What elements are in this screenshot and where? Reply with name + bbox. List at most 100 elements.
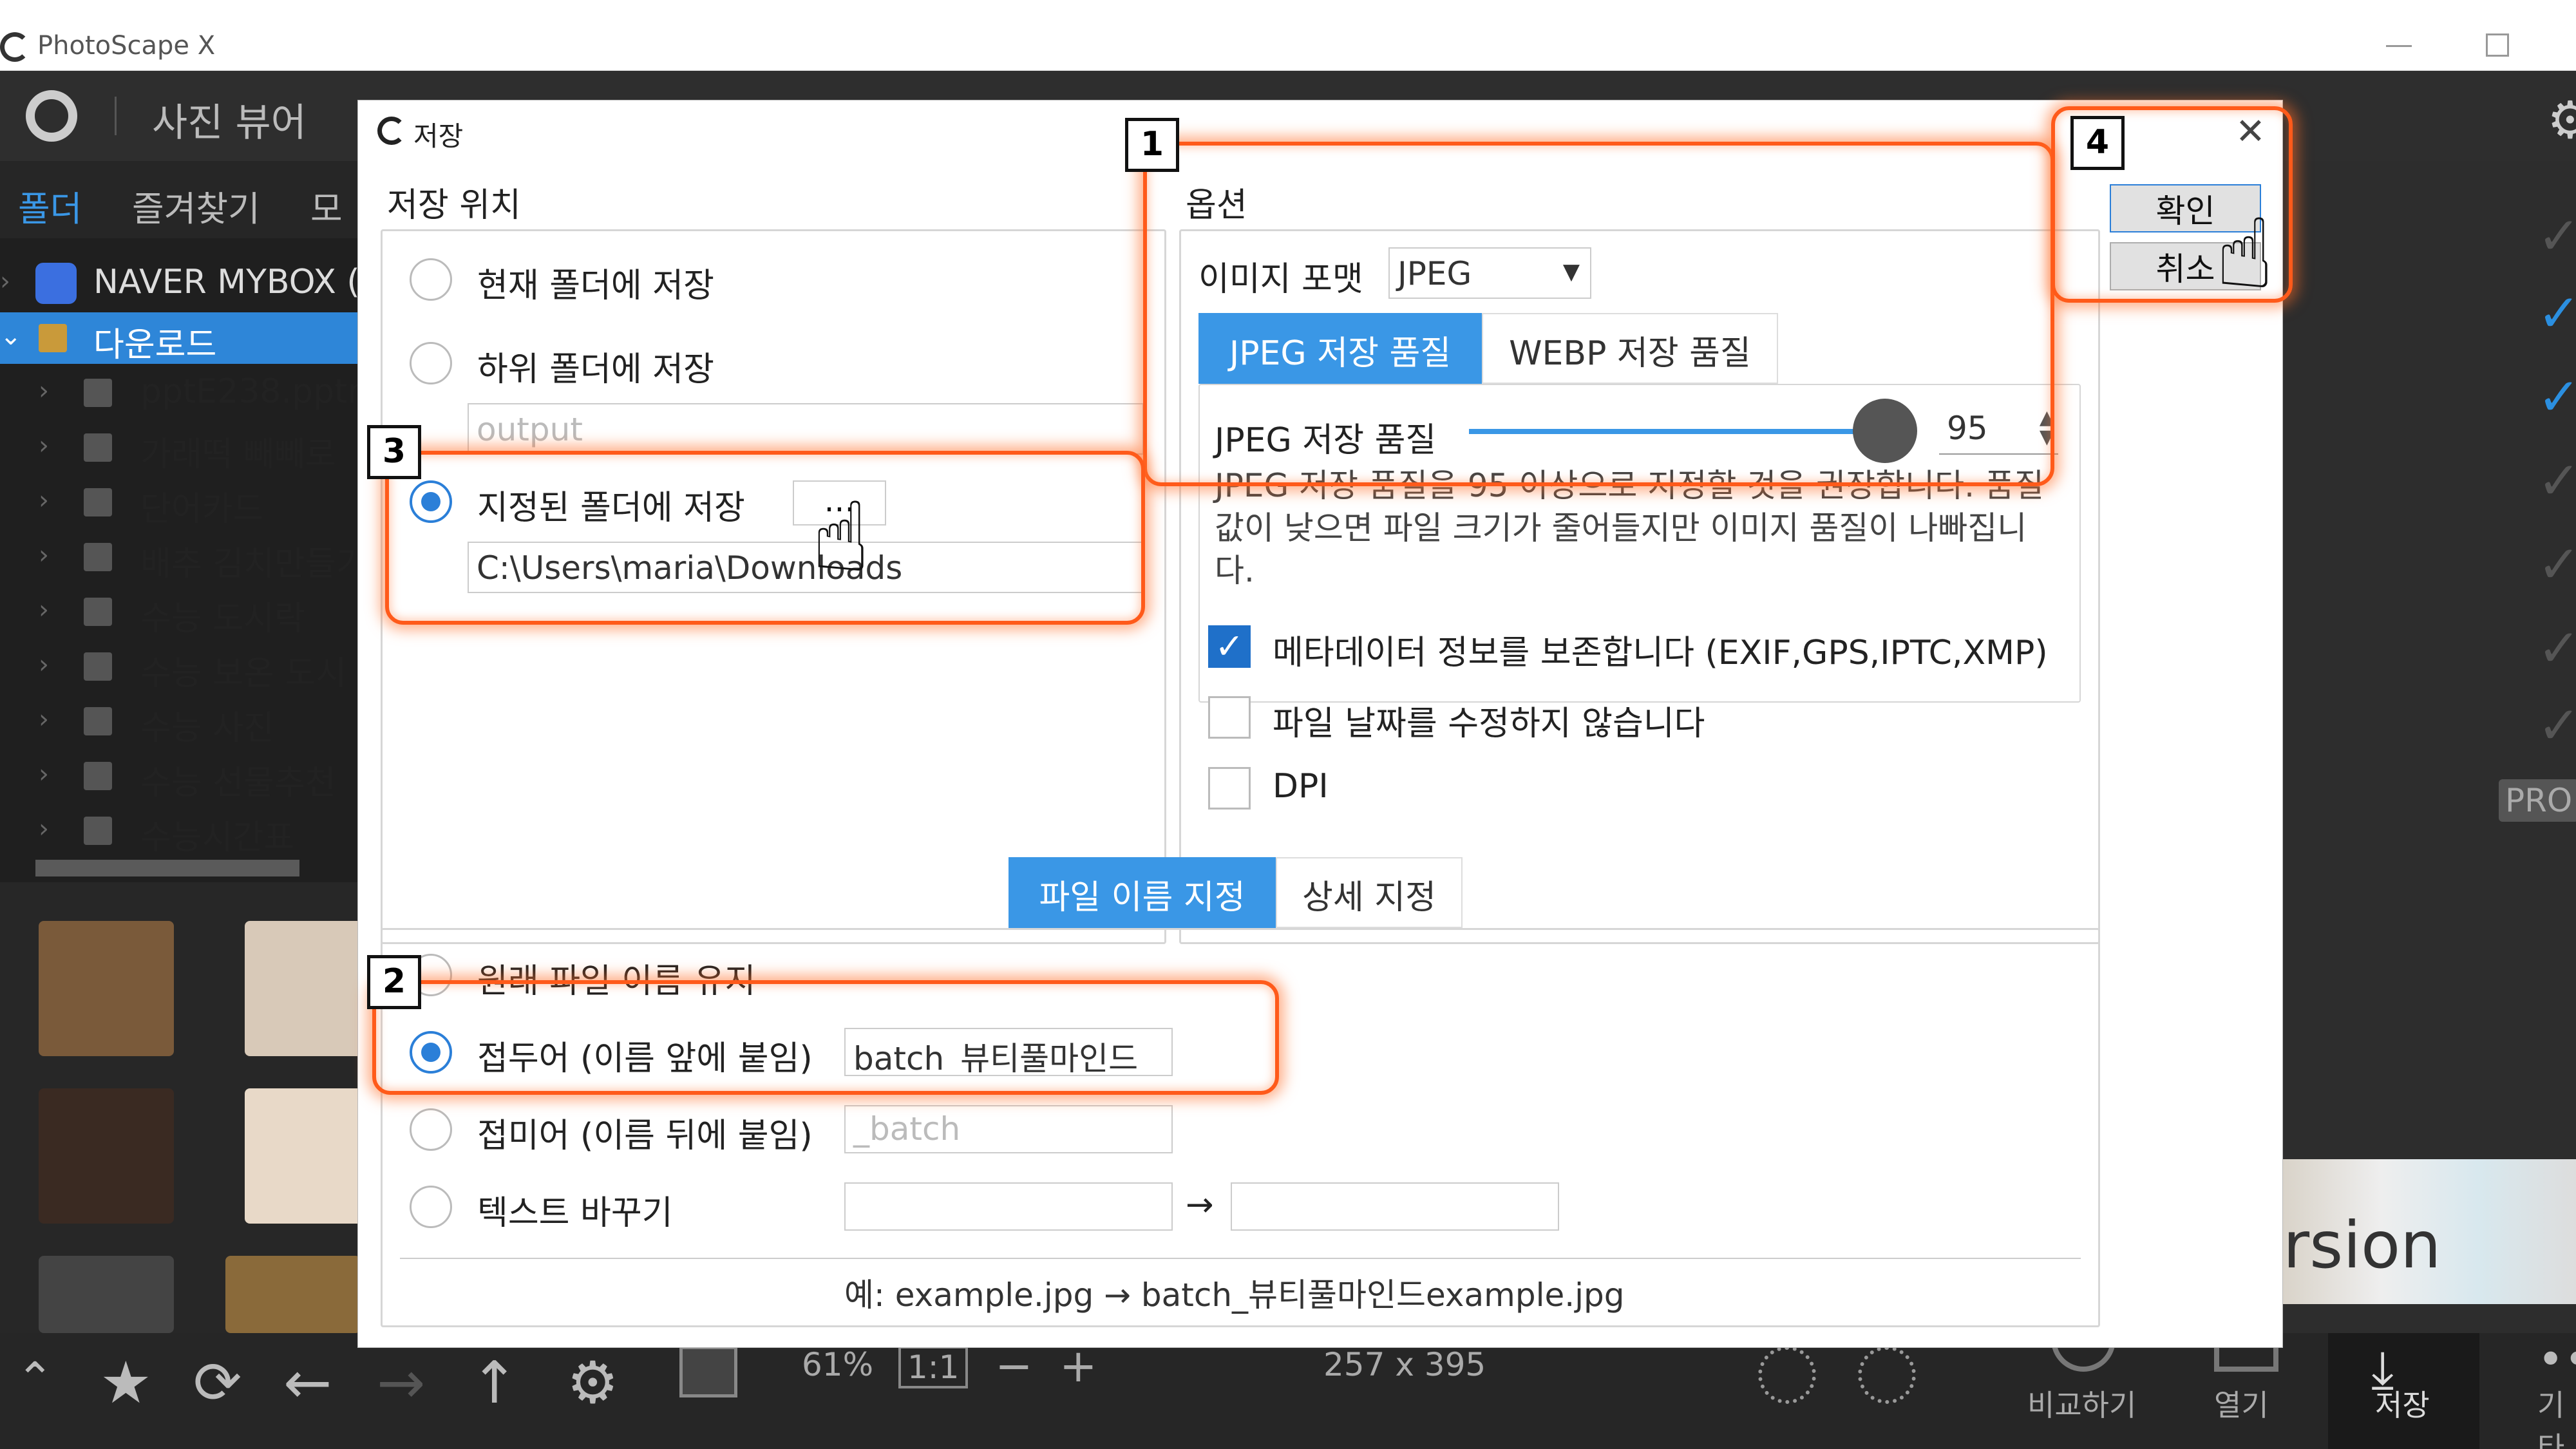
tree-item[interactable]: › 수능 도시락 [0, 586, 361, 638]
chevron-right-icon[interactable]: › [39, 486, 49, 515]
gear-icon[interactable]: ⚙ [567, 1349, 619, 1417]
replace-to-input[interactable] [1231, 1182, 1559, 1231]
tab-advanced[interactable]: 상세 지정 [1276, 857, 1463, 928]
tree-item[interactable]: › 수능 보온 도시 [0, 641, 361, 692]
folder-icon [84, 762, 112, 790]
check-icon[interactable]: ✓ [2537, 618, 2576, 678]
checkbox-label: 메타데이터 정보를 보존합니다 (EXIF,GPS,IPTC,XMP) [1273, 634, 2048, 672]
highlight-folder [385, 451, 1145, 625]
annotation-4: 4 [2070, 116, 2125, 170]
tree-item-label: 수능 도시락 [140, 600, 305, 638]
bottom-toolbar: ⌃ ★ ⟳ ← → ↑ ⚙ 61% 1:1 − + 257 x 395 비교하기… [0, 1333, 2576, 1449]
thumbnail[interactable] [39, 921, 174, 1056]
open-label[interactable]: 열기 [2214, 1382, 2269, 1425]
check-icon[interactable]: ✓ [2537, 283, 2576, 343]
maximize-icon[interactable] [2486, 33, 2509, 57]
check-icon[interactable]: ✓ [2537, 367, 2576, 427]
radio-subfolder[interactable] [410, 342, 452, 384]
other-label[interactable]: 기타 [2537, 1382, 2576, 1449]
folder-icon [39, 324, 67, 352]
tab-more[interactable]: 모 [310, 180, 343, 231]
hand-cursor-icon: ☝ [811, 482, 871, 594]
check-icon[interactable]: ✓ [2537, 206, 2576, 266]
chevron-right-icon[interactable]: › [0, 267, 10, 296]
folder-icon [84, 488, 112, 516]
chevron-down-icon[interactable]: ⌄ [0, 321, 22, 351]
more-icon[interactable]: ••• [2537, 1333, 2576, 1386]
tree-item-label: 배추 김치만들기 [140, 545, 361, 583]
actual-size-button[interactable]: 1:1 [898, 1346, 969, 1388]
suffix-input[interactable]: _batch [844, 1105, 1173, 1153]
checkbox-metadata[interactable]: ✓ [1208, 625, 1251, 668]
folder-icon [84, 598, 112, 626]
location-title: 저장 위치 [387, 186, 521, 225]
checkbox-dpi[interactable] [1208, 767, 1251, 810]
frame-icon[interactable] [679, 1346, 737, 1397]
chevron-up-icon[interactable]: ⌃ [16, 1352, 54, 1405]
arrow-up-icon[interactable]: ↑ [470, 1349, 518, 1417]
chevron-right-icon[interactable]: › [39, 814, 49, 844]
app-logo-icon[interactable] [26, 90, 77, 142]
radio-label: 접미어 (이름 뒤에 붙임) [477, 1117, 813, 1155]
promo-banner[interactable]: rsion [2283, 1159, 2576, 1304]
hand-cursor-icon: ☝ [2215, 198, 2275, 310]
dialog-title: 저장 [413, 120, 464, 152]
window-titlebar: PhotoScape X [0, 0, 2576, 71]
chevron-right-icon[interactable]: › [39, 540, 49, 570]
tree-scrollbar[interactable] [35, 860, 299, 876]
star-icon[interactable]: ★ [100, 1349, 152, 1417]
viewer-title[interactable]: 사진 뷰어 [152, 91, 307, 147]
save-label[interactable]: 저장 [2375, 1382, 2430, 1425]
tree-item[interactable]: › 단어카드 [0, 477, 361, 528]
tree-item[interactable]: › 수능 선물추천 [0, 750, 361, 802]
divider [400, 1258, 2081, 1259]
tree-item-label: pptE238.pptm [140, 372, 361, 411]
check-icon[interactable]: ✓ [2537, 535, 2576, 594]
thumbnail[interactable] [39, 1088, 174, 1224]
tree-item[interactable]: › 수능시간표 [0, 805, 361, 857]
tree-item[interactable]: › 수능 사진 [0, 696, 361, 747]
rotate-left-icon[interactable] [1758, 1346, 1816, 1404]
annotation-2: 2 [367, 955, 421, 1009]
arrow-left-icon[interactable]: ← [283, 1349, 332, 1417]
checkbox-keep-date[interactable] [1208, 696, 1251, 739]
image-dimensions: 257 x 395 [1323, 1346, 1486, 1383]
highlight-prefix [372, 980, 1279, 1095]
chevron-right-icon[interactable]: › [39, 595, 49, 625]
replace-from-input[interactable] [844, 1182, 1173, 1231]
arrow-right-icon[interactable]: → [377, 1349, 425, 1417]
thumbnail-grid [0, 882, 380, 1333]
tree-item[interactable]: › 배추 김치만들기 [0, 531, 361, 583]
chevron-right-icon[interactable]: › [39, 376, 49, 406]
window-title: PhotoScape X [37, 31, 216, 61]
thumbnail[interactable] [225, 1256, 361, 1333]
tree-item-mybox[interactable]: › NAVER MYBOX (I [0, 258, 361, 309]
chevron-right-icon[interactable]: › [39, 431, 49, 460]
radio-replace-text[interactable] [410, 1186, 452, 1228]
radio-suffix[interactable] [410, 1108, 452, 1151]
tree-item-downloads[interactable]: ⌄ 다운로드 [0, 312, 361, 364]
tab-favorites[interactable]: 즐겨찾기 [132, 180, 260, 231]
compare-label[interactable]: 비교하기 [2027, 1382, 2136, 1425]
tree-item-label: 가래떡 빼빼로 [140, 435, 336, 473]
chevron-right-icon[interactable]: › [39, 759, 49, 789]
gear-icon[interactable]: ⚙ [2547, 90, 2576, 150]
check-icon[interactable]: ✓ [2537, 696, 2576, 755]
subfolder-input[interactable]: output [468, 403, 1144, 455]
arrow-icon: → [1186, 1186, 1214, 1224]
tree-item[interactable]: › 가래떡 빼빼로 [0, 422, 361, 473]
refresh-icon[interactable]: ⟳ [193, 1349, 242, 1417]
tab-folder[interactable]: 폴더 [18, 180, 82, 231]
tree-item[interactable]: › pptE238.pptm [0, 367, 361, 419]
tab-file-naming[interactable]: 파일 이름 지정 [1009, 857, 1276, 928]
check-icon[interactable]: ✓ [2537, 451, 2576, 511]
zoom-level[interactable]: 61% [802, 1346, 873, 1383]
rotate-right-icon[interactable] [1858, 1346, 1916, 1404]
minimize-icon[interactable] [2386, 45, 2412, 47]
radio-current-folder[interactable] [410, 258, 452, 301]
thumbnail[interactable] [39, 1256, 174, 1333]
chevron-right-icon[interactable]: › [39, 650, 49, 679]
tree-item-label: 수능 사진 [140, 709, 274, 747]
folder-icon [84, 707, 112, 735]
chevron-right-icon[interactable]: › [39, 705, 49, 734]
